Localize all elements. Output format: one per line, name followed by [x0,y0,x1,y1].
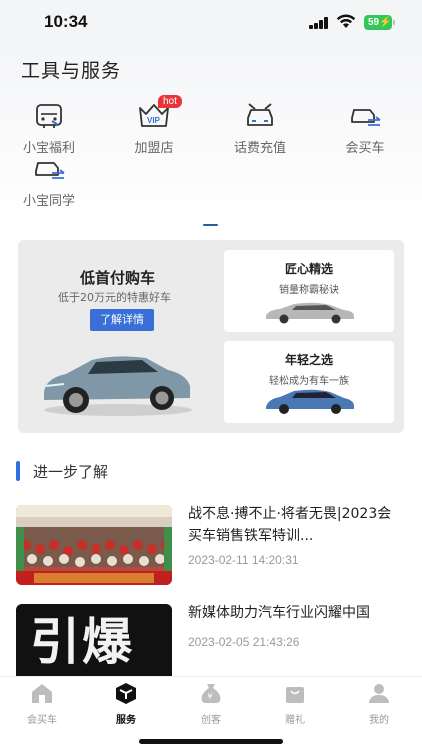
promo-banner[interactable]: 低首付购车 低于20万元的特惠好车 了解详情 匠心精选 销量称霸秘诀 年轻之选 … [18,240,404,433]
card-subtitle: 销量称霸秘诀 [279,285,339,296]
signal-icon [309,17,329,29]
wifi-icon [336,14,356,28]
service-item-xiaobao-classmate[interactable]: 小宝同学 [9,153,89,209]
news-thumbnail: 引爆 [16,604,172,676]
battery-icon: 59⚡ [364,15,395,30]
page-indicator [203,224,218,226]
tab-huimaiche[interactable]: 会买车 [12,682,72,726]
learn-details-button[interactable]: 了解详情 [90,309,154,331]
hot-badge: hot [158,95,182,108]
card-title: 年轻之选 [284,353,333,367]
tab-label: 我的 [369,715,389,726]
thumbnail-text: 引爆 [30,613,134,671]
news-item[interactable]: 引爆 新媒体助力汽车行业闪耀中国 2023-02-05 21:43:26 [16,604,406,676]
status-bar: 10:34 59⚡ [0,0,422,46]
service-item-huimaiche[interactable]: 会买车 [325,100,405,156]
tab-maker[interactable]: ¥ 创客 [181,682,241,726]
blue-car-image [266,389,354,414]
featured-card-youth[interactable]: 年轻之选 轻松成为有车一族 [224,341,394,423]
home-indicator[interactable] [139,739,283,744]
status-time: 10:34 [44,12,88,31]
news-thumbnail [16,505,172,585]
car-swap-icon [348,100,382,130]
tab-service[interactable]: 服务 [96,682,156,726]
news-title: 战不息·搏不止·将者无畏|2023会买车销售铁军特训... [188,506,392,544]
svg-text:VIP: VIP [147,116,161,125]
card-title: 匠心精选 [284,262,333,276]
service-label: 会买车 [345,141,385,156]
tab-mine[interactable]: 我的 [349,682,409,726]
money-bag-icon: ¥ [201,684,221,703]
service-item-phone-recharge[interactable]: 话费充值 [220,100,300,156]
banner-subtitle: 低于20万元的特惠好车 [58,291,171,304]
tab-label: 服务 [116,715,136,726]
card-subtitle: 轻松成为有车一族 [269,376,349,387]
user-icon [369,684,389,703]
service-label: 话费充值 [233,141,286,156]
tab-label: 会买车 [27,715,57,726]
car-front-icon [32,100,66,130]
tab-label: 赠礼 [285,715,305,726]
battery-level: 59 [368,17,380,28]
tab-gift[interactable]: 赠礼 [265,682,325,726]
tools-title: 工具与服务 [21,60,122,82]
suv-car-image [44,356,192,416]
car-roof-icon [243,100,277,130]
featured-card-craftsmanship[interactable]: 匠心精选 销量称霸秘诀 [224,250,394,332]
gift-bag-icon [286,687,304,703]
car-swap-icon [32,153,66,183]
service-label: 小宝同学 [22,194,75,209]
news-time: 2023-02-11 14:20:31 [188,553,299,567]
section-accent-bar [16,461,20,481]
service-label: 加盟店 [134,141,174,156]
home-icon [32,684,52,703]
news-time: 2023-02-05 21:43:26 [188,635,300,649]
tab-label: 创客 [201,715,221,726]
svg-text:¥: ¥ [208,692,213,701]
cube-icon [116,683,136,704]
sedan-car-image [266,302,354,324]
service-item-franchise[interactable]: VIP 加盟店 [114,100,194,156]
learn-more-title: 进一步了解 [33,463,109,481]
banner-title: 低首付购车 [80,269,156,287]
service-item-xiaobao-welfare[interactable]: 小宝福利 [9,100,89,156]
news-item[interactable]: 战不息·搏不止·将者无畏|2023会买车销售铁军特训... 2023-02-11… [16,505,406,585]
news-title: 新媒体助力汽车行业闪耀中国 [188,605,370,621]
